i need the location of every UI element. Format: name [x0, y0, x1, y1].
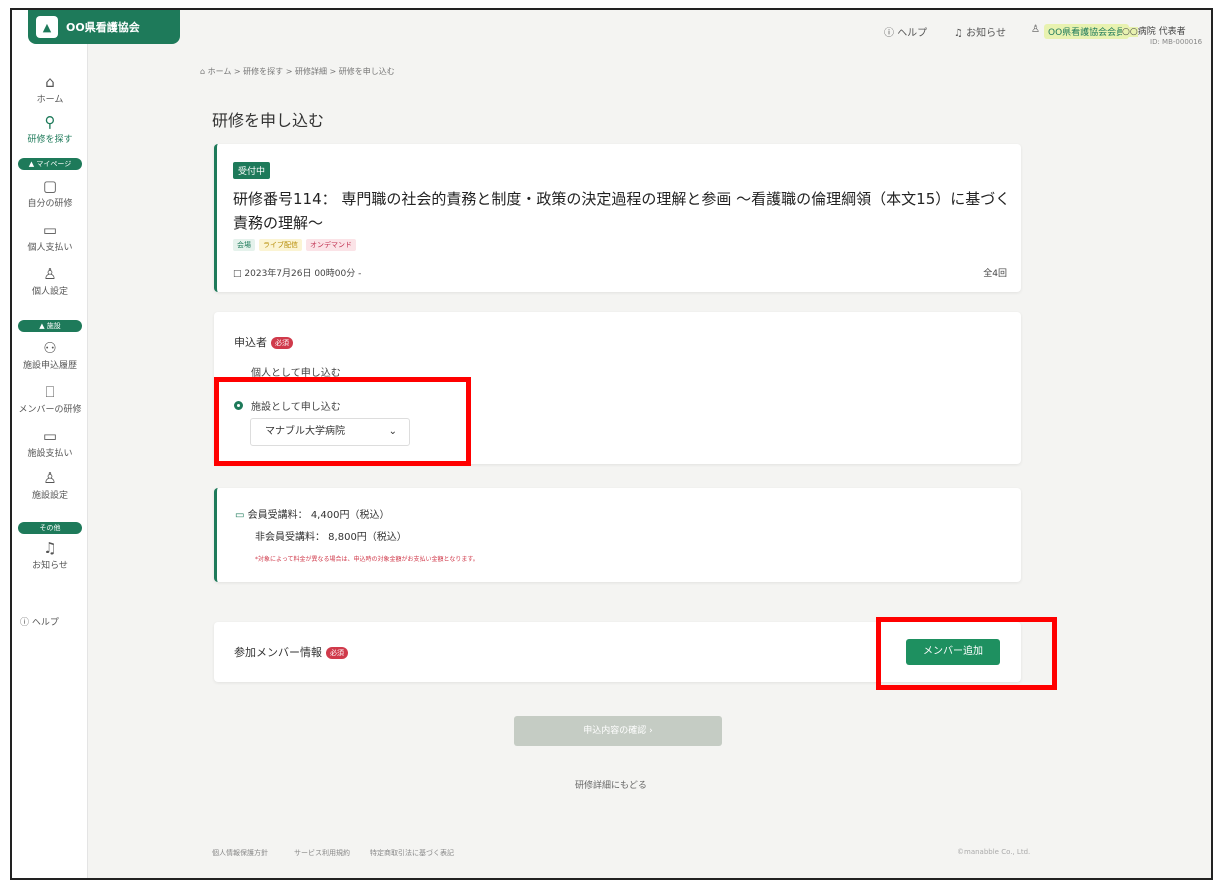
course-card: 受付中 研修番号114： 専門職の社会的責務と制度・政策の決定過程の理解と参画 … — [214, 144, 1021, 292]
sidebar-item-label: 施設設定 — [31, 491, 68, 501]
footer-commerce-link[interactable]: 特定商取引法に基づく表記 — [370, 848, 454, 858]
notice-link[interactable]: ♫ お知らせ — [954, 24, 1006, 39]
breadcrumb[interactable]: ⌂ ホーム > 研修を探す > 研修詳細 > 研修を申し込む — [200, 66, 395, 77]
brand[interactable]: ▲ OO県看護協会 — [28, 10, 180, 44]
section-facility[interactable]: ▲ 施設 — [18, 320, 82, 332]
sidebar-item-label: お知らせ — [32, 561, 68, 571]
brand-name: OO県看護協会 — [66, 21, 140, 34]
members-label: 参加メンバー情報 必須 — [234, 644, 348, 660]
user-icon[interactable]: ♙ — [1031, 24, 1040, 35]
member-fee: ▭ 会員受講料： 4,400円（税込） — [235, 510, 390, 521]
sidebar-item-home[interactable]: ⌂ ホーム — [12, 74, 88, 105]
radio-button[interactable] — [234, 367, 243, 376]
sidebar-item-member-courses[interactable]: ⎕ メンバーの研修 — [12, 384, 88, 415]
sidebar-item-search[interactable]: ⚲ 研修を探す — [12, 114, 88, 145]
session-count: 全4回 — [983, 269, 1007, 279]
document-icon: ▢ — [42, 177, 58, 195]
highlight-add-member — [876, 617, 1057, 690]
search-icon: ⚲ — [44, 113, 56, 131]
tag-live: ライブ配信 — [259, 239, 302, 251]
user-edit-icon: ♙ — [43, 469, 57, 487]
section-other[interactable]: その他 — [18, 522, 82, 534]
section-mypage[interactable]: ▲ マイページ — [18, 158, 82, 170]
help-link[interactable]: ⓘ ヘルプ — [884, 24, 927, 39]
sidebar-item-label: メンバーの研修 — [18, 405, 82, 415]
highlight-facility-option — [214, 377, 471, 466]
card-icon: ▭ — [42, 427, 58, 445]
user-membership-badge: OO県看護協会会員 — [1044, 24, 1130, 39]
sidebar-item-personal-settings[interactable]: ♙ 個人設定 — [12, 266, 88, 297]
back-to-detail-link[interactable]: 研修詳細にもどる — [575, 778, 647, 791]
required-badge: 必須 — [271, 337, 293, 349]
fee-card: ▭ 会員受講料： 4,400円（税込） 非会員受講料： 8,800円（税込） *… — [214, 488, 1021, 582]
footer-terms-link[interactable]: サービス利用規約 — [294, 848, 350, 858]
sidebar-item-notices[interactable]: ♫ お知らせ — [12, 540, 88, 571]
sidebar-help-link[interactable]: ⓘ ヘルプ — [20, 615, 59, 628]
bell-icon: ♫ — [954, 28, 963, 39]
applicant-label: 申込者 必須 — [234, 334, 293, 350]
calendar-icon: □ — [233, 269, 242, 279]
tag-venue: 会場 — [233, 239, 255, 251]
sidebar-item-facility-settings[interactable]: ♙ 施設設定 — [12, 470, 88, 501]
card-icon: ▭ — [42, 221, 58, 239]
sidebar-item-label: ホーム — [36, 95, 64, 105]
required-badge: 必須 — [326, 647, 348, 659]
course-date: □ 2023年7月26日 00時00分 - — [233, 269, 362, 279]
logo-icon: ▲ — [36, 16, 58, 38]
bookmark-icon: ⎕ — [45, 383, 55, 401]
user-id: ID: MB-000016 — [1150, 38, 1203, 46]
nonmember-fee: 非会員受講料： 8,800円（税込） — [255, 532, 407, 543]
course-tags: 会場 ライブ配信 オンデマンド — [233, 239, 356, 251]
sidebar-item-personal-payment[interactable]: ▭ 個人支払い — [12, 222, 88, 253]
topbar: ⓘ ヘルプ ♫ お知らせ ♙ — [89, 10, 1211, 58]
sidebar-item-label: 個人支払い — [27, 243, 73, 253]
sidebar-item-label: 施設申込履歴 — [22, 361, 77, 371]
bell-icon: ♫ — [43, 539, 57, 557]
user-role[interactable]: ○○病院 代表者 — [1122, 24, 1186, 37]
copyright: ©manabble Co., Ltd. — [957, 848, 1031, 856]
help-icon: ⓘ — [20, 618, 30, 628]
sidebar-item-facility-history[interactable]: ⚇ 施設申込履歴 — [12, 340, 88, 371]
group-icon: ⚇ — [43, 339, 57, 357]
sidebar-item-my-courses[interactable]: ▢ 自分の研修 — [12, 178, 88, 209]
home-icon: ⌂ — [45, 73, 55, 91]
page-title: 研修を申し込む — [212, 111, 325, 130]
sidebar: ⌂ ホーム ⚲ 研修を探す ▲ マイページ ▢ 自分の研修 ▭ 個人支払い ♙ … — [12, 10, 88, 878]
footer-privacy-link[interactable]: 個人情報保護方針 — [212, 848, 268, 858]
user-icon: ♙ — [43, 265, 57, 283]
course-title: 研修番号114： 専門職の社会的責務と制度・政策の決定過程の理解と参画 ～看護職… — [233, 190, 1011, 232]
confirm-application-button[interactable]: 申込内容の確認 › — [514, 716, 722, 746]
sidebar-item-label: 施設支払い — [27, 449, 73, 459]
card-icon: ▭ — [235, 510, 245, 521]
sidebar-item-label: 自分の研修 — [27, 199, 73, 209]
status-badge: 受付中 — [233, 162, 271, 179]
app-frame: ⌂ ホーム ⚲ 研修を探す ▲ マイページ ▢ 自分の研修 ▭ 個人支払い ♙ … — [10, 8, 1213, 880]
sidebar-item-label: 研修を探す — [27, 135, 73, 145]
fee-note: *対象によって料金が異なる場合は、申込時の対象金額がお支払い金額となります。 — [255, 556, 479, 563]
help-icon: ⓘ — [884, 28, 894, 39]
sidebar-item-facility-payment[interactable]: ▭ 施設支払い — [12, 428, 88, 459]
tag-ondemand: オンデマンド — [306, 239, 356, 251]
sidebar-item-label: 個人設定 — [31, 287, 68, 297]
